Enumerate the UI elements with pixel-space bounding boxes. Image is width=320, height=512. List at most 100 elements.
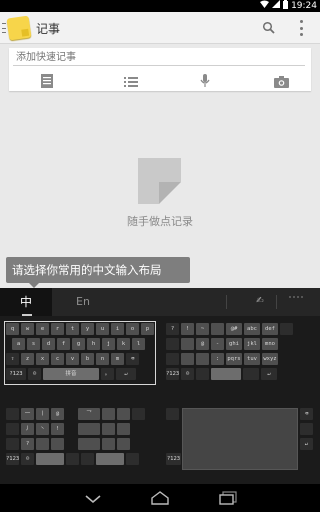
key: t (66, 323, 79, 335)
key: ⌫ (300, 408, 313, 420)
home-icon[interactable] (151, 490, 169, 509)
key (102, 408, 115, 420)
key: y (81, 323, 94, 335)
key: h (87, 338, 100, 350)
key: 拼音 (43, 368, 99, 380)
key (36, 453, 64, 465)
key: 一 (21, 408, 34, 420)
key (102, 438, 115, 450)
key: @ (51, 408, 64, 420)
key: i (111, 323, 124, 335)
key: u (96, 323, 109, 335)
keyboard-layout-picker: 中 En ✍ q w e r t y u i o p a s d f g h j… (0, 288, 320, 484)
key (166, 353, 179, 365)
checklist-icon[interactable] (124, 73, 140, 87)
key (126, 453, 139, 465)
empty-note-icon (138, 158, 181, 204)
key: v (66, 353, 79, 365)
battery-icon (283, 0, 289, 13)
divider (226, 295, 227, 309)
key (6, 438, 19, 450)
key (78, 423, 100, 435)
key: z (21, 353, 34, 365)
key: ☺ (28, 368, 41, 380)
layout-qwerty[interactable]: q w e r t y u i o p a s d f g h j k l ⇧ … (4, 321, 156, 385)
key (300, 423, 313, 435)
key: a (12, 338, 25, 350)
key: def (262, 323, 278, 335)
key (181, 338, 194, 350)
key (196, 368, 209, 380)
key (117, 408, 130, 420)
quick-note-input[interactable] (13, 50, 305, 66)
key (243, 368, 259, 380)
key (36, 438, 49, 450)
status-time: 19:24 (291, 1, 317, 11)
key (211, 368, 241, 380)
overflow-icon[interactable] (300, 20, 304, 36)
key: ! (181, 323, 194, 335)
key: ?123 (6, 453, 19, 465)
key (181, 353, 194, 365)
layout-stroke[interactable]: 一 丨 @ 乛 丿 丶 ! ? ?123 ☺ (6, 408, 154, 468)
key: tuv (244, 353, 260, 365)
key: 乛 (78, 408, 100, 420)
layout-nine-key[interactable]: ? ! ~ @# abc def @ - ghi jkl mno: pqrs … (166, 323, 314, 383)
key: f (57, 338, 70, 350)
key: abc (244, 323, 260, 335)
keyboard-icon[interactable] (289, 296, 303, 307)
key: ?123 (166, 453, 181, 465)
key: q (6, 323, 19, 335)
empty-state-text: 随手做点记录 (127, 215, 193, 228)
key (6, 408, 19, 420)
camera-icon[interactable] (274, 73, 290, 88)
key: pqrs (226, 353, 242, 365)
key (117, 423, 130, 435)
key: m (111, 353, 124, 365)
key (117, 438, 130, 450)
key: ! (51, 423, 64, 435)
key: wxyz (262, 353, 278, 365)
key (96, 453, 124, 465)
microphone-icon[interactable] (200, 73, 216, 87)
key: ↵ (261, 368, 277, 380)
key: jkl (244, 338, 260, 350)
app-note-icon[interactable] (6, 15, 32, 41)
key: b (81, 353, 94, 365)
key: ? (166, 323, 179, 335)
key: - (211, 338, 224, 350)
key: 丿 (21, 423, 34, 435)
key: s (27, 338, 40, 350)
wifi-icon (260, 0, 270, 12)
chinese-tab[interactable]: 中 (0, 288, 52, 316)
layout-hint-tooltip: 请选择你常用的中文输入布局 (6, 257, 190, 288)
menu-icon[interactable] (2, 23, 6, 33)
key: x (36, 353, 49, 365)
key: ?123 (166, 368, 179, 380)
navigation-bar (0, 484, 320, 512)
search-icon[interactable] (262, 20, 276, 34)
key: ⌫ (126, 353, 139, 365)
key: o (126, 323, 139, 335)
signal-icon (272, 0, 281, 12)
divider (276, 295, 277, 309)
key: e (36, 323, 49, 335)
key: @# (226, 323, 242, 335)
layout-handwriting[interactable]: ⌫ ↵ ?123 (166, 408, 314, 470)
key: l (132, 338, 145, 350)
note-list-icon[interactable] (41, 73, 57, 88)
key: j (102, 338, 115, 350)
key (66, 453, 79, 465)
english-tab[interactable]: En (76, 288, 90, 316)
back-icon[interactable] (84, 490, 102, 509)
handwriting-icon[interactable]: ✍ (256, 296, 264, 306)
key: : (211, 353, 224, 365)
key: ↵ (300, 438, 313, 450)
recents-icon[interactable] (219, 490, 237, 509)
key: w (21, 323, 34, 335)
key: ghi (226, 338, 242, 350)
key: 丨 (36, 408, 49, 420)
quick-note-card (9, 48, 311, 91)
key: k (117, 338, 130, 350)
key: ⇧ (6, 353, 19, 365)
